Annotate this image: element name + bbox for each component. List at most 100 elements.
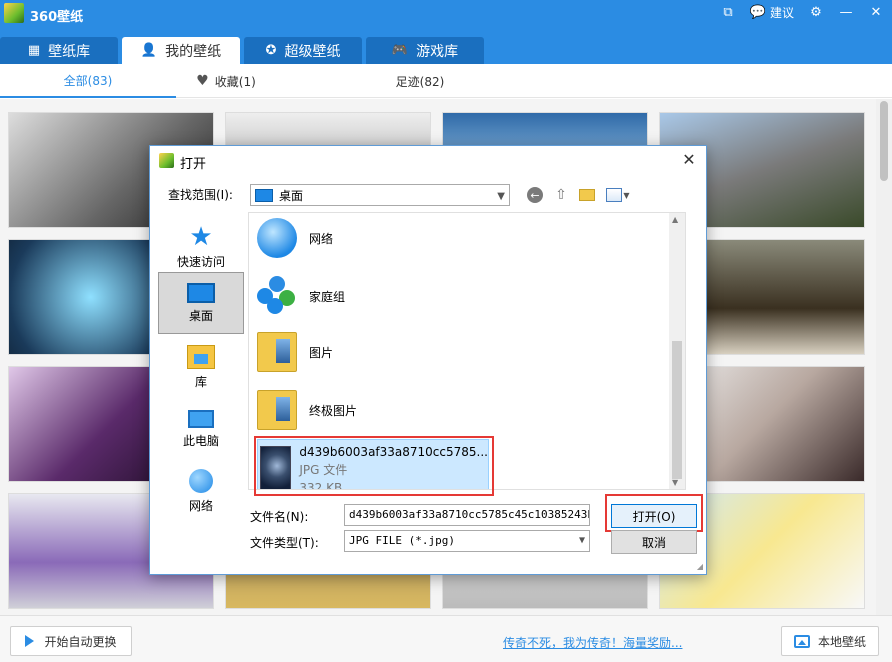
subtab-favorites[interactable]: ♥ 收藏(1)	[176, 64, 276, 98]
sub-tabs: 全部(83) ♥ 收藏(1) 足迹(82)	[0, 64, 892, 98]
play-icon	[25, 635, 35, 647]
look-in-value: 桌面	[279, 188, 304, 203]
computer-icon	[188, 409, 214, 428]
chevron-down-icon: ▼	[578, 535, 585, 546]
homegroup-icon	[257, 276, 297, 316]
file-item-ultimate-pictures[interactable]: 终极图片	[257, 385, 487, 435]
star-icon: ✪	[265, 43, 277, 58]
local-wallpaper-label: 本地壁纸	[817, 634, 866, 649]
look-in-dropdown[interactable]: 桌面 ▼	[250, 184, 510, 206]
highlight-open-button	[605, 494, 703, 532]
view-icon	[606, 188, 623, 202]
heart-icon: ♥	[196, 73, 209, 89]
gallery-scrollbar[interactable]	[876, 99, 892, 615]
place-network[interactable]: 网络	[158, 460, 244, 522]
filetype-value: JPG FILE (*.jpg)	[349, 534, 455, 547]
tab-label: 超级壁纸	[284, 43, 341, 60]
file-item-pictures[interactable]: 图片	[257, 327, 487, 377]
grid-icon: ▦	[27, 43, 41, 58]
tab-my-wallpapers[interactable]: 👤 我的壁纸	[122, 37, 240, 64]
skin-icon[interactable]: ⧉	[720, 5, 736, 21]
feedback-button[interactable]: 💬 建议	[750, 4, 794, 21]
up-folder-button[interactable]: ⇧	[552, 186, 570, 204]
back-arrow-icon: ←	[527, 187, 543, 203]
desktop-icon	[187, 282, 215, 303]
up-folder-icon: ⇧	[555, 187, 567, 203]
view-menu-button[interactable]: ▼	[604, 186, 632, 204]
resize-grip-icon[interactable]: ◢	[697, 562, 703, 571]
dialog-toolbar: ← ⇧ ▼	[526, 186, 632, 204]
user-icon: 👤	[140, 43, 158, 58]
place-label: 桌面	[188, 308, 213, 323]
file-name: 终极图片	[309, 403, 358, 418]
file-name: 家庭组	[309, 289, 346, 304]
highlight-selected-file	[254, 436, 494, 496]
promo-link[interactable]: 传奇不死，我为传奇！海量奖励...	[503, 634, 682, 651]
open-file-dialog: 打开 ✕ 查找范围(I): 桌面 ▼ ← ⇧ ▼ ★ 快速访问 桌面 库 此电脑…	[149, 145, 707, 575]
network-icon	[257, 218, 297, 258]
main-tabs: ▦ 壁纸库 👤 我的壁纸 ✪ 超级壁纸 🎮 游戏库	[0, 37, 484, 64]
filename-label: 文件名(N):	[250, 510, 309, 524]
tab-super-wallpapers[interactable]: ✪ 超级壁纸	[244, 37, 362, 64]
place-quick-access[interactable]: ★ 快速访问	[158, 216, 244, 278]
library-icon	[187, 344, 215, 369]
place-this-pc[interactable]: 此电脑	[158, 398, 244, 460]
title-bar: 360壁纸 ⧉ 💬 建议 ⚙ — ✕ ▦ 壁纸库 👤 我的壁纸 ✪ 超级壁纸 🎮…	[0, 0, 892, 64]
subtab-all[interactable]: 全部(83)	[0, 64, 176, 98]
file-list-scrollbar[interactable]: ▲ ▼	[669, 213, 685, 489]
places-bar: ★ 快速访问 桌面 库 此电脑 网络	[156, 212, 246, 572]
place-label: 此电脑	[182, 433, 219, 448]
scroll-up-icon[interactable]: ▲	[672, 215, 678, 224]
scroll-down-icon[interactable]: ▼	[672, 478, 678, 487]
tab-label: 我的壁纸	[165, 43, 222, 60]
picture-icon	[793, 634, 810, 648]
subtab-history[interactable]: 足迹(82)	[370, 64, 470, 98]
subtab-label: 足迹(82)	[395, 74, 445, 89]
app-logo	[159, 153, 174, 168]
back-button[interactable]: ←	[526, 186, 544, 204]
title-bar-controls: ⧉ 💬 建议 ⚙ — ✕	[720, 4, 884, 21]
tab-wallpaper-library[interactable]: ▦ 壁纸库	[0, 37, 118, 64]
tab-label: 壁纸库	[48, 43, 91, 60]
tab-game-library[interactable]: 🎮 游戏库	[366, 37, 484, 64]
feedback-label: 建议	[769, 6, 794, 20]
star-icon: ★	[189, 221, 213, 252]
chevron-down-icon: ▼	[497, 191, 505, 202]
file-name: 网络	[309, 231, 334, 246]
auto-change-button[interactable]: 开始自动更换	[10, 626, 132, 656]
new-folder-button[interactable]	[578, 186, 596, 204]
scrollbar-thumb[interactable]	[880, 101, 888, 181]
dialog-title-bar: 打开 ✕	[150, 146, 706, 176]
dialog-title: 打开	[180, 157, 207, 172]
place-desktop[interactable]: 桌面	[158, 272, 244, 334]
app-logo	[4, 3, 24, 23]
new-folder-icon	[579, 189, 595, 201]
auto-change-label: 开始自动更换	[44, 634, 117, 649]
chat-icon: 💬	[749, 5, 767, 20]
subtab-label: 全部(83)	[63, 73, 113, 88]
chevron-down-icon: ▼	[623, 190, 630, 200]
file-name: 图片	[309, 345, 334, 360]
close-icon[interactable]: ✕	[868, 5, 884, 21]
filetype-dropdown[interactable]: JPG FILE (*.jpg) ▼	[344, 530, 590, 552]
file-item-network[interactable]: 网络	[257, 213, 487, 263]
filetype-label: 文件类型(T):	[250, 536, 319, 550]
look-in-label: 查找范围(I):	[168, 188, 233, 202]
filename-input[interactable]: d439b6003af33a8710cc5785c45c10385243b	[344, 504, 590, 526]
desktop-icon	[255, 188, 273, 202]
local-wallpaper-button[interactable]: 本地壁纸	[781, 626, 879, 656]
close-icon[interactable]: ✕	[680, 151, 698, 169]
place-label: 库	[194, 374, 207, 389]
folder-icon	[257, 332, 297, 372]
subtab-label: 收藏(1)	[214, 74, 256, 89]
scrollbar-thumb[interactable]	[672, 341, 682, 479]
tab-label: 游戏库	[416, 43, 459, 60]
cancel-button[interactable]: 取消	[611, 530, 697, 554]
minimize-icon[interactable]: —	[838, 5, 854, 21]
app-title: 360壁纸	[30, 10, 84, 25]
file-item-homegroup[interactable]: 家庭组	[257, 271, 487, 321]
place-library[interactable]: 库	[158, 336, 244, 398]
gamepad-icon: 🎮	[391, 43, 409, 58]
gear-icon[interactable]: ⚙	[808, 5, 824, 21]
network-icon	[189, 468, 213, 493]
